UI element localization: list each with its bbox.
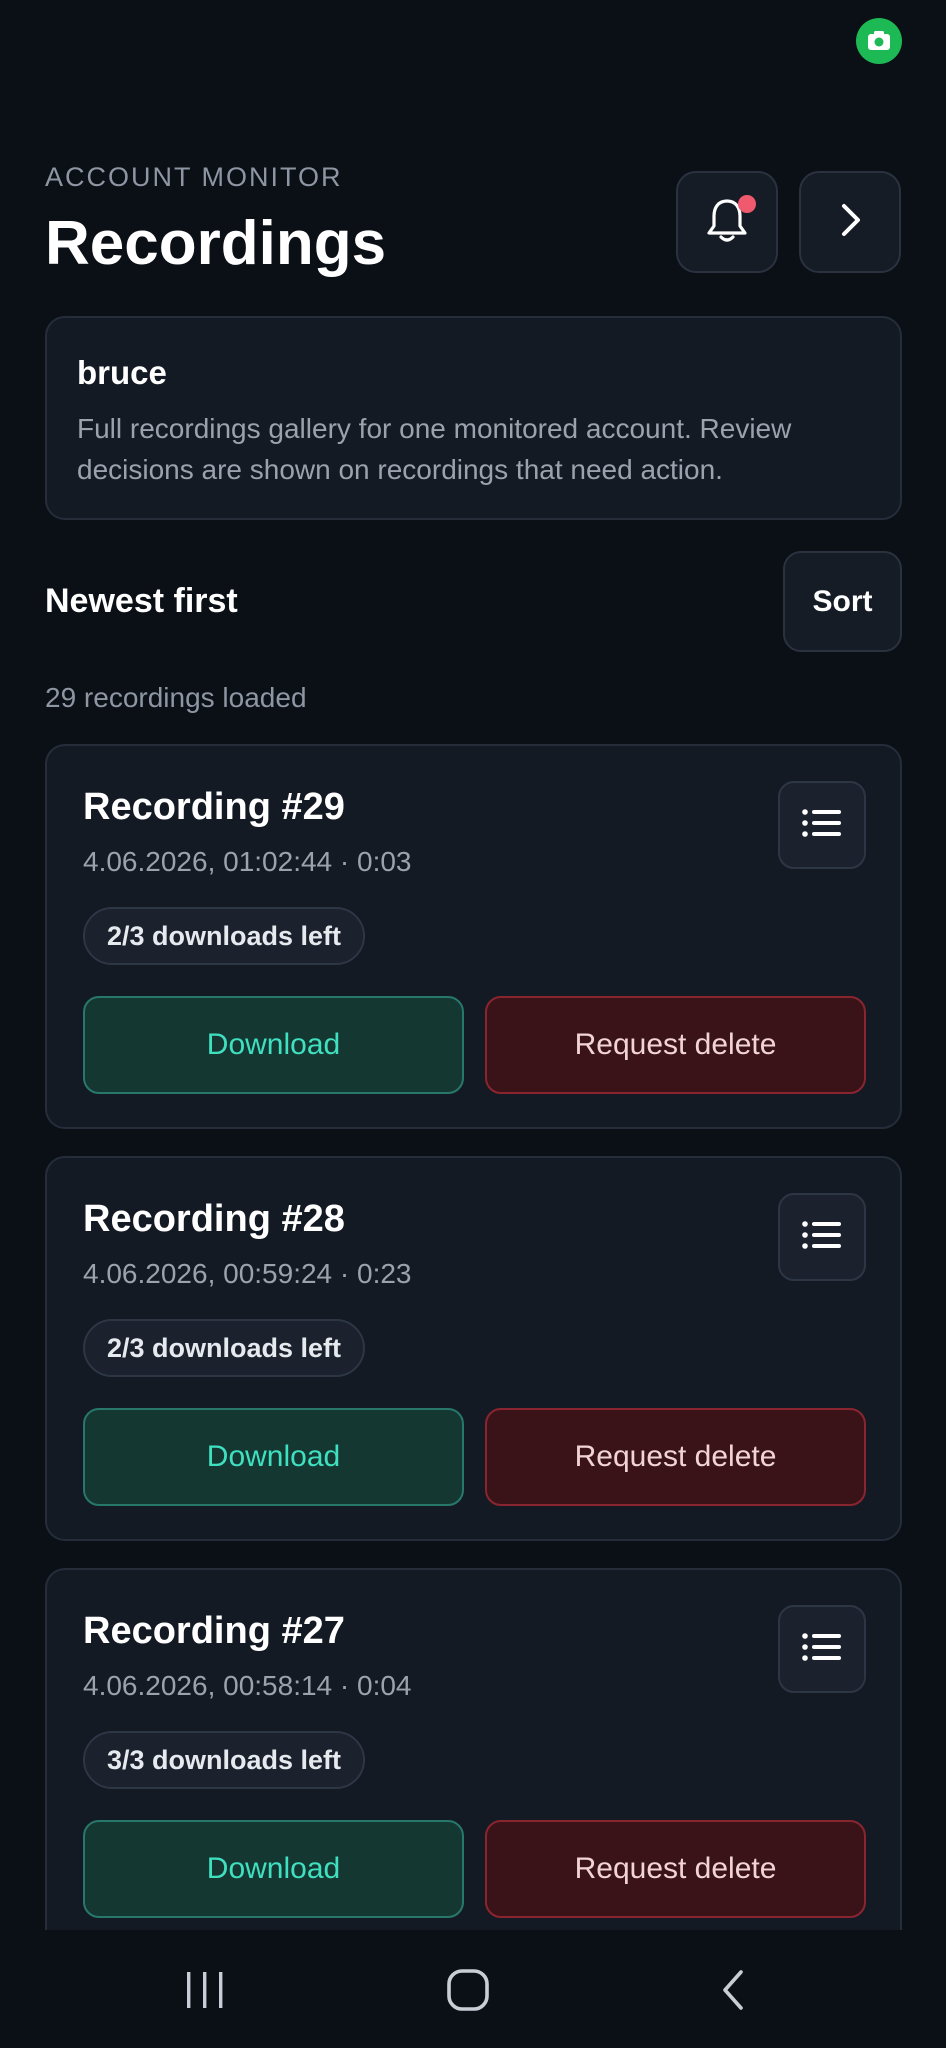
account-description: Full recordings gallery for one monitore… xyxy=(77,413,792,485)
sort-order-label: Newest first xyxy=(45,582,238,620)
page-title: Recordings xyxy=(45,209,387,278)
home-icon xyxy=(446,1968,490,2017)
sort-button[interactable]: Sort xyxy=(783,551,902,652)
download-button[interactable]: Download xyxy=(83,996,464,1094)
list-icon xyxy=(802,1632,842,1667)
recording-menu-button[interactable] xyxy=(778,781,866,869)
notification-dot xyxy=(738,195,756,213)
recording-title: Recording #28 xyxy=(83,1198,345,1240)
recording-menu-button[interactable] xyxy=(778,1193,866,1281)
chevron-right-icon xyxy=(835,200,865,245)
status-bar xyxy=(0,0,946,80)
recording-card: Recording #29 4.06.2026, 01:02:44 · 0:03… xyxy=(45,744,902,1129)
camera-icon xyxy=(856,18,902,64)
recording-card: Recording #28 4.06.2026, 00:59:24 · 0:23… xyxy=(45,1156,902,1541)
request-delete-button[interactable]: Request delete xyxy=(485,1820,866,1918)
recording-meta: 4.06.2026, 00:58:14 · 0:04 xyxy=(83,1670,412,1701)
list-icon xyxy=(802,808,842,843)
forward-button[interactable] xyxy=(799,171,901,273)
request-delete-button[interactable]: Request delete xyxy=(485,996,866,1094)
downloads-left-badge: 2/3 downloads left xyxy=(83,1319,366,1377)
system-nav-bar xyxy=(0,1930,946,2048)
recents-icon xyxy=(183,1970,227,2015)
home-button[interactable] xyxy=(428,1952,508,2032)
request-delete-button[interactable]: Request delete xyxy=(485,1408,866,1506)
back-icon xyxy=(719,1968,749,2017)
recording-card: Recording #27 4.06.2026, 00:58:14 · 0:04… xyxy=(45,1568,902,1953)
account-name: bruce xyxy=(77,354,167,391)
app-screen: ACCOUNT MONITOR Recordings bruce Full re… xyxy=(0,0,946,2048)
account-card: bruce Full recordings gallery for one mo… xyxy=(45,316,902,520)
downloads-left-badge: 3/3 downloads left xyxy=(83,1731,366,1789)
recording-meta: 4.06.2026, 00:59:24 · 0:23 xyxy=(83,1258,412,1289)
recording-meta: 4.06.2026, 01:02:44 · 0:03 xyxy=(83,846,412,877)
back-button[interactable] xyxy=(694,1952,774,2032)
downloads-left-badge: 2/3 downloads left xyxy=(83,907,366,965)
notifications-button[interactable] xyxy=(676,171,778,273)
recordings-count: 29 recordings loaded xyxy=(45,682,307,713)
recording-menu-button[interactable] xyxy=(778,1605,866,1693)
list-icon xyxy=(802,1220,842,1255)
download-button[interactable]: Download xyxy=(83,1820,464,1918)
recording-title: Recording #29 xyxy=(83,786,345,828)
recents-button[interactable] xyxy=(165,1952,245,2032)
recording-title: Recording #27 xyxy=(83,1610,345,1652)
download-button[interactable]: Download xyxy=(83,1408,464,1506)
header-eyebrow: ACCOUNT MONITOR xyxy=(45,162,343,192)
